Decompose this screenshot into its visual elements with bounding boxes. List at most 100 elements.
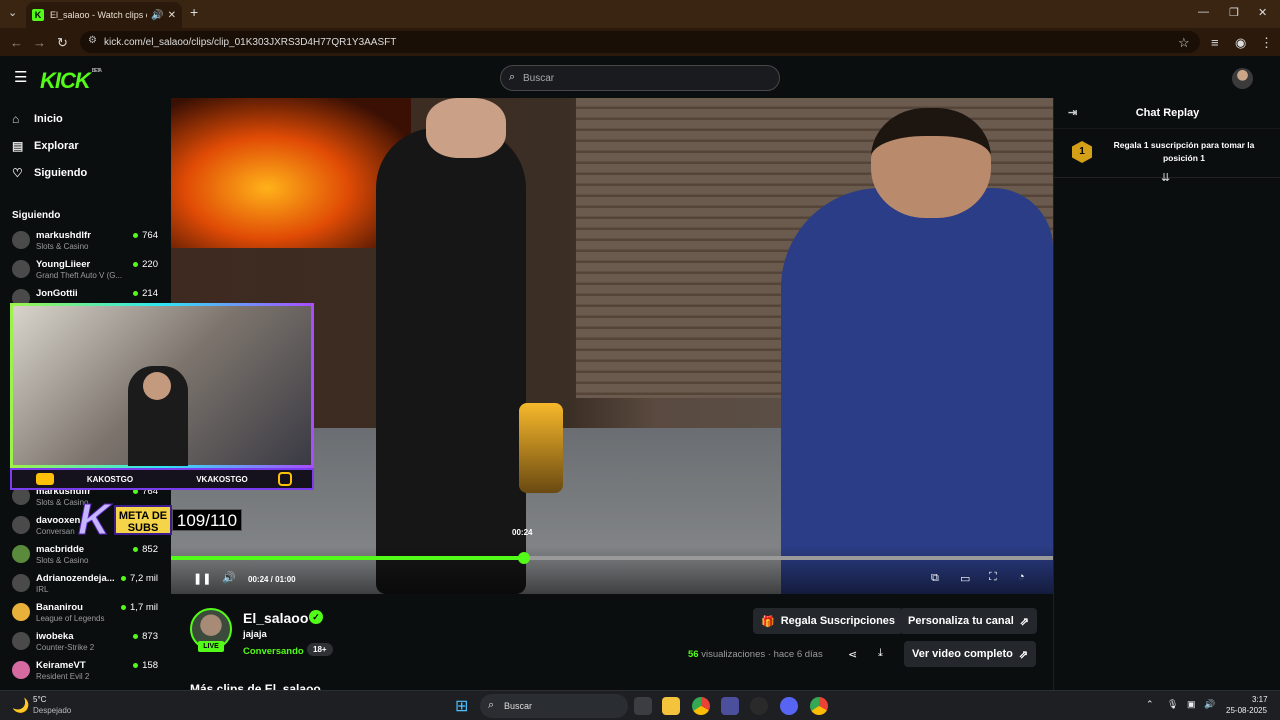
live-dot-icon bbox=[121, 604, 127, 610]
fullscreen-icon[interactable]: ⛶ bbox=[989, 571, 997, 584]
discord-icon[interactable] bbox=[780, 697, 798, 715]
bookmark-star-icon[interactable]: ☆ bbox=[1178, 35, 1190, 51]
profile-icon[interactable]: ◉ bbox=[1235, 35, 1246, 51]
restore-icon[interactable]: ❐ bbox=[1229, 6, 1239, 19]
file-explorer-icon[interactable] bbox=[662, 697, 680, 715]
following-item[interactable]: Adrianozendeja... IRL 7,2 mil bbox=[12, 571, 162, 597]
minimize-icon[interactable]: — bbox=[1198, 6, 1209, 18]
browser-tab[interactable]: K El_salaoo - Watch clips on K 🔊 ✕ bbox=[26, 2, 182, 28]
volume-icon[interactable]: 🔊 bbox=[1204, 699, 1215, 710]
clip-stats: 56 visualizaciones · hace 6 días bbox=[688, 649, 823, 660]
share-icon[interactable]: ⋖ bbox=[848, 648, 857, 661]
task-view-icon[interactable] bbox=[634, 697, 652, 715]
customize-channel-button[interactable]: Personaliza tu canal ⇗ bbox=[900, 608, 1037, 634]
person-left bbox=[376, 128, 526, 594]
playback-speed-icon[interactable]: ◔ bbox=[1018, 571, 1025, 583]
controls-bar bbox=[171, 546, 1053, 594]
menu-icon[interactable]: ⋮ bbox=[1260, 35, 1273, 51]
back-icon[interactable]: ← bbox=[10, 35, 23, 50]
download-icon[interactable]: ⤓ bbox=[878, 647, 883, 660]
app-icon[interactable] bbox=[721, 697, 739, 715]
channel-name[interactable]: El_salaoo bbox=[243, 610, 308, 626]
new-tab-icon[interactable]: + bbox=[190, 4, 198, 20]
obs-icon[interactable] bbox=[750, 697, 768, 715]
network-icon[interactable]: ▣ bbox=[1187, 699, 1196, 710]
avatar bbox=[12, 661, 30, 679]
person-right bbox=[781, 188, 1053, 594]
speaker-icon[interactable]: 🔊 bbox=[151, 10, 163, 21]
social-handles: KAKOSTGO VKAKOSTGO bbox=[10, 468, 314, 490]
timecode: 00:24 / 01:00 bbox=[248, 575, 296, 584]
search-icon: ⌕ bbox=[509, 71, 516, 83]
pause-icon[interactable]: ❚❚ bbox=[193, 572, 211, 585]
media-control-icon[interactable]: ≡ bbox=[1211, 35, 1219, 50]
seek-tooltip: 00:24 bbox=[512, 528, 533, 537]
address-bar: ← → ↻ ⚙ kick.com/el_salaoo/clips/clip_01… bbox=[0, 28, 1280, 56]
chat-header: ⇥ Chat Replay bbox=[1054, 98, 1280, 128]
mini-player-icon[interactable]: ⧉ bbox=[931, 572, 939, 585]
taskbar-search[interactable]: ⌕ Buscar bbox=[480, 694, 628, 718]
following-item[interactable]: Bananirou League of Legends 1,7 mil bbox=[12, 600, 162, 626]
url-field[interactable]: ⚙ kick.com/el_salaoo/clips/clip_01K303JX… bbox=[80, 31, 1200, 53]
person-right-head bbox=[871, 108, 991, 218]
start-icon[interactable]: ⊞ bbox=[455, 696, 468, 716]
verified-icon: ✓ bbox=[309, 610, 323, 624]
close-window-icon[interactable]: ✕ bbox=[1258, 6, 1267, 19]
volume-icon[interactable]: 🔊 bbox=[222, 571, 236, 584]
url-text: kick.com/el_salaoo/clips/clip_01K303JXRS… bbox=[104, 36, 397, 48]
chrome-icon[interactable] bbox=[692, 697, 710, 715]
clock-time: 3:17 bbox=[1252, 695, 1268, 704]
live-dot-icon bbox=[133, 546, 139, 552]
forward-icon[interactable]: → bbox=[33, 35, 46, 50]
age-badge: 18+ bbox=[307, 643, 333, 656]
following-item[interactable]: YoungLiieer Grand Theft Auto V (G... 220 bbox=[12, 257, 162, 283]
following-item[interactable]: markushdlfr Slots & Casino 764 bbox=[12, 228, 162, 254]
hamburger-icon[interactable]: ☰ bbox=[14, 68, 27, 86]
channel-info: LIVE El_salaoo ✓ jajaja Conversando 18+ … bbox=[171, 594, 1053, 696]
tab-title: El_salaoo - Watch clips on K bbox=[50, 10, 147, 20]
handle-right: VKAKOSTGO bbox=[196, 474, 248, 484]
tab-list-icon[interactable]: ⌄ bbox=[8, 6, 17, 19]
chrome-active-icon[interactable] bbox=[810, 697, 828, 715]
avatar bbox=[12, 632, 30, 650]
sidebar-item-siguiendo[interactable]: ♡ Siguiendo bbox=[12, 166, 87, 180]
tray-overflow-icon[interactable]: ⌃ bbox=[1146, 699, 1154, 710]
avatar bbox=[12, 574, 30, 592]
sidebar-item-explorar[interactable]: ▤ Explorar bbox=[12, 139, 79, 153]
kick-logo[interactable]: KICK BETA bbox=[40, 68, 102, 94]
sidebar-item-inicio[interactable]: ⌂ Inicio bbox=[12, 112, 63, 126]
chat-panel: ⇥ Chat Replay 1 Regala 1 suscripción par… bbox=[1053, 98, 1280, 690]
weather-desc: Despejado bbox=[33, 706, 72, 715]
progress-handle[interactable] bbox=[518, 552, 530, 564]
gift-subs-button[interactable]: 🎁 Regala Suscripciones bbox=[753, 608, 904, 634]
sub-goal-count: 109/110 bbox=[172, 509, 242, 531]
site-info-icon[interactable]: ⚙ bbox=[88, 35, 97, 46]
home-icon: ⌂ bbox=[12, 112, 20, 126]
fireplace-screen bbox=[171, 98, 411, 248]
rank-badge-icon: 1 bbox=[1072, 141, 1092, 163]
reload-icon[interactable]: ↻ bbox=[57, 35, 68, 51]
category-link[interactable]: Conversando bbox=[243, 646, 304, 657]
full-video-button[interactable]: Ver video completo ⇗ bbox=[904, 641, 1037, 667]
user-avatar[interactable] bbox=[1232, 68, 1253, 89]
chat-title: Chat Replay bbox=[1135, 107, 1200, 119]
expand-leaderboard-icon[interactable]: ⇊ bbox=[1161, 171, 1170, 184]
live-dot-icon bbox=[133, 261, 139, 267]
theater-mode-icon[interactable]: ▭ bbox=[960, 572, 970, 585]
heart-icon: ♡ bbox=[12, 166, 23, 180]
following-item[interactable]: iwobeka Counter-Strike 2 873 bbox=[12, 629, 162, 655]
close-tab-icon[interactable]: ✕ bbox=[168, 10, 176, 21]
progress-fill bbox=[171, 556, 524, 560]
search-input[interactable]: ⌕ Buscar bbox=[500, 65, 780, 91]
person-left-head bbox=[426, 98, 506, 158]
weather-icon[interactable]: 🌙 bbox=[12, 697, 29, 714]
collapse-chat-icon[interactable]: ⇥ bbox=[1068, 98, 1077, 128]
handle-left: KAKOSTGO bbox=[86, 474, 134, 484]
kick-favicon-icon: K bbox=[32, 9, 44, 21]
following-item[interactable]: macbridde Slots & Casino 852 bbox=[12, 542, 162, 568]
clock-date: 25-08-2025 bbox=[1226, 706, 1267, 715]
following-item[interactable]: KeirameVT Resident Evil 2 158 bbox=[12, 658, 162, 684]
mic-icon[interactable]: 🎙 bbox=[1167, 699, 1178, 710]
sub-goal: K META DE SUBS 109/110 bbox=[78, 495, 314, 545]
browser-tab-bar: ⌄ K El_salaoo - Watch clips on K 🔊 ✕ + —… bbox=[0, 0, 1280, 28]
